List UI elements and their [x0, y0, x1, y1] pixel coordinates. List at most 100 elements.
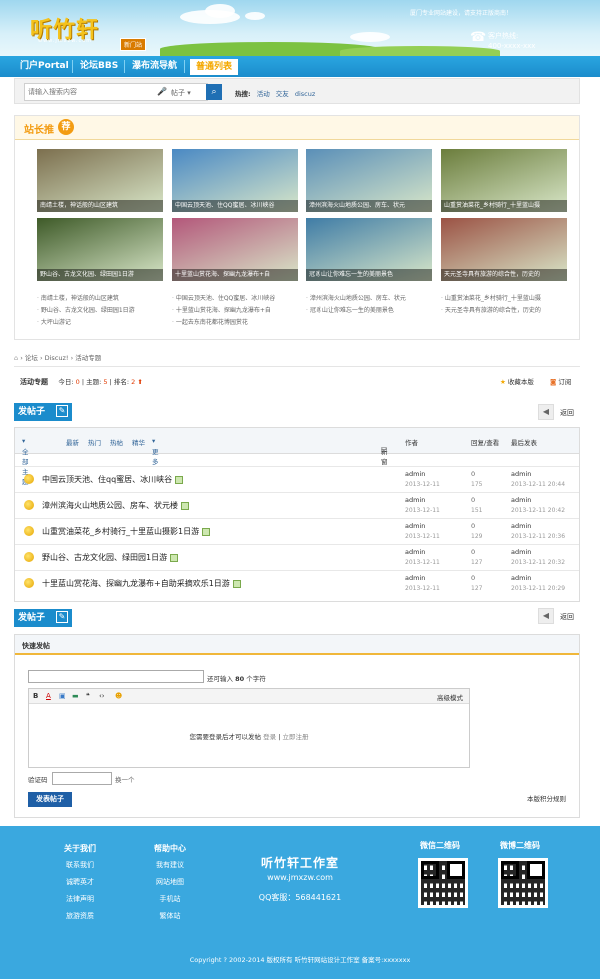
quote-button[interactable]: ❝ — [86, 692, 90, 700]
footer-link[interactable]: 手机站 — [140, 891, 200, 908]
thread-title-link[interactable]: 十里蓝山赏花海、探幽九龙瀑布+自助采摘欢乐1日游 — [42, 578, 241, 589]
recommend-link[interactable]: · 天元圣寺具有旅游的综合性，历史的 — [441, 305, 541, 317]
footer-link[interactable]: 旅游资质 — [50, 908, 110, 925]
photo-tile[interactable]: 漳州滨海火山地质公园、房车、状元 — [306, 149, 432, 212]
photo-tile[interactable]: 南靖土楼，神话般的山区建筑 — [37, 149, 163, 212]
hot-word[interactable]: discuz — [295, 90, 315, 98]
back-button[interactable]: ◀ — [538, 404, 554, 420]
thread-title-link[interactable]: 山重赏油菜花_乡村骑行_十里蓝山摄影1日游 — [42, 526, 211, 537]
back-button[interactable]: ◀ — [538, 608, 554, 624]
microphone-icon[interactable]: 🎤 — [157, 87, 167, 96]
search-bar: 🎤 帖子 ▾ ⌕ 热搜: 活动 交友 discuz — [14, 78, 580, 104]
last-post-date[interactable]: 2013-12-11 20:32 — [511, 559, 565, 566]
back-label[interactable]: 返回 — [560, 612, 574, 622]
thread-author[interactable]: admin — [405, 574, 425, 582]
recommend-link[interactable]: · 一起去东南花都花博园赏花 — [172, 317, 275, 329]
thread-title-link[interactable]: 中国云顶天池、住qq蜜居、冰川峡谷 — [42, 474, 184, 485]
footer-link[interactable]: 繁体站 — [140, 908, 200, 925]
author-column: 作者 — [405, 439, 418, 447]
recommend-link[interactable]: · 十里蓝山赏花海、探幽九龙瀑布+自 — [172, 305, 275, 317]
nav-item-bbs[interactable]: 论坛BBS — [80, 56, 118, 77]
link-button[interactable]: ▬ — [72, 692, 79, 700]
new-thread-button[interactable]: 发帖子 ✎ — [14, 403, 72, 421]
nav-item-list[interactable]: 普通列表 — [190, 59, 239, 75]
thread-author[interactable]: admin — [405, 496, 425, 504]
footer-link[interactable]: 网站地图 — [140, 874, 200, 891]
font-color-button[interactable]: A — [46, 692, 51, 700]
login-link[interactable]: 登录 — [263, 733, 276, 741]
breadcrumb-item[interactable]: 活动专题 — [75, 354, 101, 362]
breadcrumb-item[interactable]: Discuz! — [45, 354, 69, 362]
last-post-author[interactable]: admin — [511, 522, 531, 530]
recommend-link[interactable]: · 漳州滨海火山地质公园、房车、状元 — [306, 293, 406, 305]
thread-title-link[interactable]: 野山谷、古龙文化园、绿田园1日游 — [42, 552, 179, 563]
last-post-author[interactable]: admin — [511, 470, 531, 478]
thread-title-link[interactable]: 漳州滨海火山地质公园、房车、状元楼 — [42, 500, 189, 511]
filter-more[interactable]: 更多 ▾ — [152, 437, 159, 466]
credit-rules-link[interactable]: 本版积分规则 — [527, 793, 566, 803]
subscribe-link[interactable]: ◙ 订阅 — [550, 376, 571, 386]
thread-author[interactable]: admin — [405, 548, 425, 556]
filter-hot[interactable]: 热门 — [88, 437, 101, 447]
new-thread-button[interactable]: 发帖子 ✎ — [14, 609, 72, 627]
last-post-author[interactable]: admin — [511, 574, 531, 582]
recommend-link[interactable]: · 野山谷、古龙文化园、绿田园1日游 — [37, 305, 135, 317]
submit-post-button[interactable]: 发表帖子 — [28, 792, 72, 807]
thread-title: 中国云顶天池、住qq蜜居、冰川峡谷 — [42, 475, 173, 484]
last-post-date[interactable]: 2013-12-11 20:29 — [511, 585, 565, 592]
photo-tile[interactable]: 冠豸山让你难忘一生的美丽景色 — [306, 218, 432, 281]
filter-newest[interactable]: 最新 — [66, 437, 79, 447]
advanced-mode-link[interactable]: 高级模式 — [437, 692, 463, 702]
captcha-input[interactable] — [52, 772, 112, 785]
topics-count: 5 — [103, 378, 108, 386]
photo-tile[interactable]: 天元圣寺具有旅游的综合性，历史的 — [441, 218, 567, 281]
last-post-date[interactable]: 2013-12-11 20:36 — [511, 533, 565, 540]
recommend-link[interactable]: · 山重赏油菜花_乡村骑行_十里蓝山摄 — [441, 293, 541, 305]
image-button[interactable]: ▣ — [59, 692, 66, 700]
thread-title: 山重赏油菜花_乡村骑行_十里蓝山摄影1日游 — [42, 527, 200, 536]
thread-date: 2013-12-11 — [405, 585, 440, 592]
register-link[interactable]: 立即注册 — [282, 733, 308, 741]
thread-date: 2013-12-11 — [405, 533, 440, 540]
char-limit-suffix: 个字符 — [246, 675, 266, 683]
nav-item-portal[interactable]: 门户Portal — [20, 56, 69, 77]
nav-item-waterfall[interactable]: 瀑布流导航 — [132, 56, 177, 77]
last-post-author[interactable]: admin — [511, 548, 531, 556]
last-post-date[interactable]: 2013-12-11 20:42 — [511, 507, 565, 514]
recommend-link[interactable]: · 大坪山游记 — [37, 317, 135, 329]
filter-all[interactable]: 全部主题 ▾ — [22, 437, 29, 486]
footer-link[interactable]: 我有建议 — [140, 857, 200, 874]
hot-word[interactable]: 交友 — [276, 90, 289, 98]
last-post-date[interactable]: 2013-12-11 20:44 — [511, 481, 565, 488]
recommend-link[interactable]: · 中国云顶天池、住QQ蜜居、冰川峡谷 — [172, 293, 275, 305]
footer-link[interactable]: 联系我们 — [50, 857, 110, 874]
thread-author[interactable]: admin — [405, 470, 425, 478]
footer-link[interactable]: 法律声明 — [50, 891, 110, 908]
hot-word[interactable]: 活动 — [257, 90, 270, 98]
filter-hot-post[interactable]: 热帖 — [110, 437, 123, 447]
search-scope-select[interactable]: 帖子 ▾ — [168, 83, 208, 101]
last-post-author[interactable]: admin — [511, 496, 531, 504]
search-button[interactable]: ⌕ — [206, 84, 222, 100]
footer-qq[interactable]: QQ客服：568441621 — [240, 892, 360, 903]
back-label[interactable]: 返回 — [560, 408, 574, 418]
subject-input[interactable] — [28, 670, 204, 683]
breadcrumb-item[interactable]: 论坛 — [25, 354, 38, 362]
captcha-refresh-link[interactable]: 换一个 — [115, 774, 135, 784]
home-icon[interactable]: ⌂ — [14, 354, 18, 362]
char-limit-count: 80 — [235, 675, 245, 683]
smiley-button[interactable]: ☻ — [115, 692, 122, 700]
footer-link[interactable]: 诚聘英才 — [50, 874, 110, 891]
post-editor[interactable]: B A ▣ ▬ ❝ ‹› ☻ 高级模式 您需要登录后才可以发帖 登录 | 立即注… — [28, 688, 470, 768]
photo-tile[interactable]: 山重赏油菜花_乡村骑行_十里蓝山摄 — [441, 149, 567, 212]
photo-tile[interactable]: 十里蓝山赏花海、探幽九龙瀑布+自 — [172, 218, 298, 281]
favorite-link[interactable]: ★ 收藏本版 — [500, 376, 534, 386]
code-button[interactable]: ‹› — [99, 692, 105, 700]
photo-tile[interactable]: 中国云顶天池、住QQ蜜居、冰川峡谷 — [172, 149, 298, 212]
filter-digest[interactable]: 精华 — [132, 437, 145, 447]
recommend-link[interactable]: · 南靖土楼，神话般的山区建筑 — [37, 293, 135, 305]
bold-button[interactable]: B — [33, 692, 38, 700]
recommend-link[interactable]: · 冠豸山让你难忘一生的美丽景色 — [306, 305, 406, 317]
thread-author[interactable]: admin — [405, 522, 425, 530]
photo-tile[interactable]: 野山谷、古龙文化园、绿田园1日游 — [37, 218, 163, 281]
